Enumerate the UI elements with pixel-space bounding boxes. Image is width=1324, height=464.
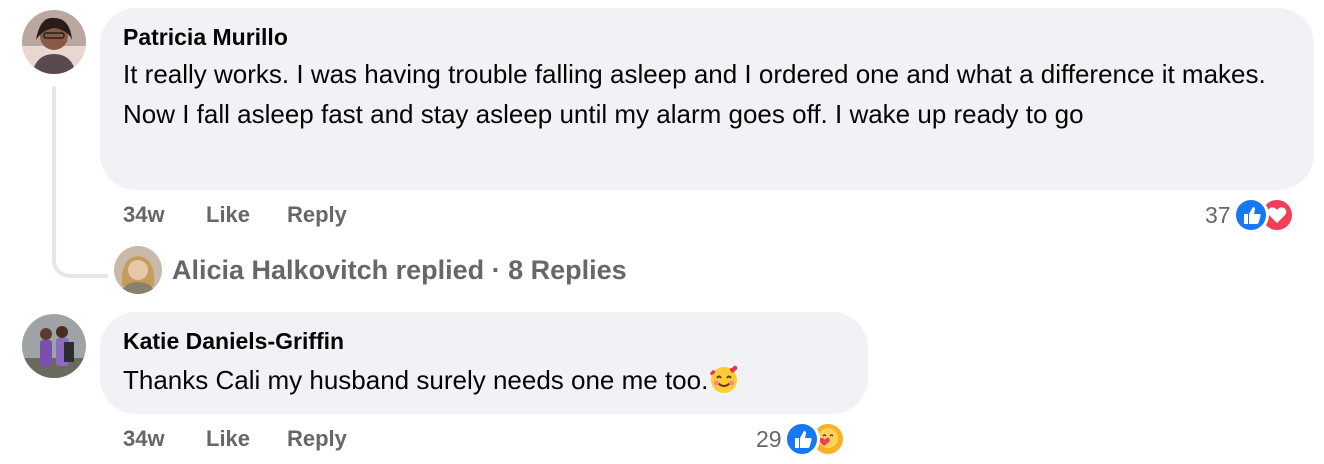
reaction-summary[interactable]: 29 xyxy=(756,419,846,459)
reaction-count: 29 xyxy=(756,425,782,452)
comment-text: Thanks Cali my husband surely needs one … xyxy=(123,360,853,400)
like-button[interactable]: Like xyxy=(206,202,250,228)
reply-button[interactable]: Reply xyxy=(287,426,347,452)
like-icon xyxy=(1232,197,1269,233)
comment-author[interactable]: Patricia Murillo xyxy=(123,24,288,51)
thread-connector xyxy=(52,258,108,278)
reply-button[interactable]: Reply xyxy=(287,202,347,228)
thread-line xyxy=(52,86,56,262)
comment-time[interactable]: 34w xyxy=(123,426,165,452)
comment-text-body: Thanks Cali my husband surely needs one … xyxy=(123,365,709,395)
comment-text: It really works. I was having trouble fa… xyxy=(123,59,1266,129)
like-icon xyxy=(783,421,820,457)
comment-author[interactable]: Katie Daniels-Griffin xyxy=(123,328,344,355)
avatar xyxy=(114,246,162,294)
reaction-count: 37 xyxy=(1205,201,1231,228)
like-button[interactable]: Like xyxy=(206,426,250,452)
avatar[interactable] xyxy=(22,10,86,74)
comment-time[interactable]: 34w xyxy=(123,202,165,228)
replies-summary[interactable]: Alicia Halkovitch replied · 8 Replies xyxy=(172,255,627,286)
view-replies-link[interactable]: Alicia Halkovitch replied · 8 Replies xyxy=(114,246,627,294)
smiling-face-with-hearts-icon xyxy=(708,363,740,395)
avatar[interactable] xyxy=(22,314,86,378)
reaction-summary[interactable]: 37 xyxy=(1205,195,1295,235)
